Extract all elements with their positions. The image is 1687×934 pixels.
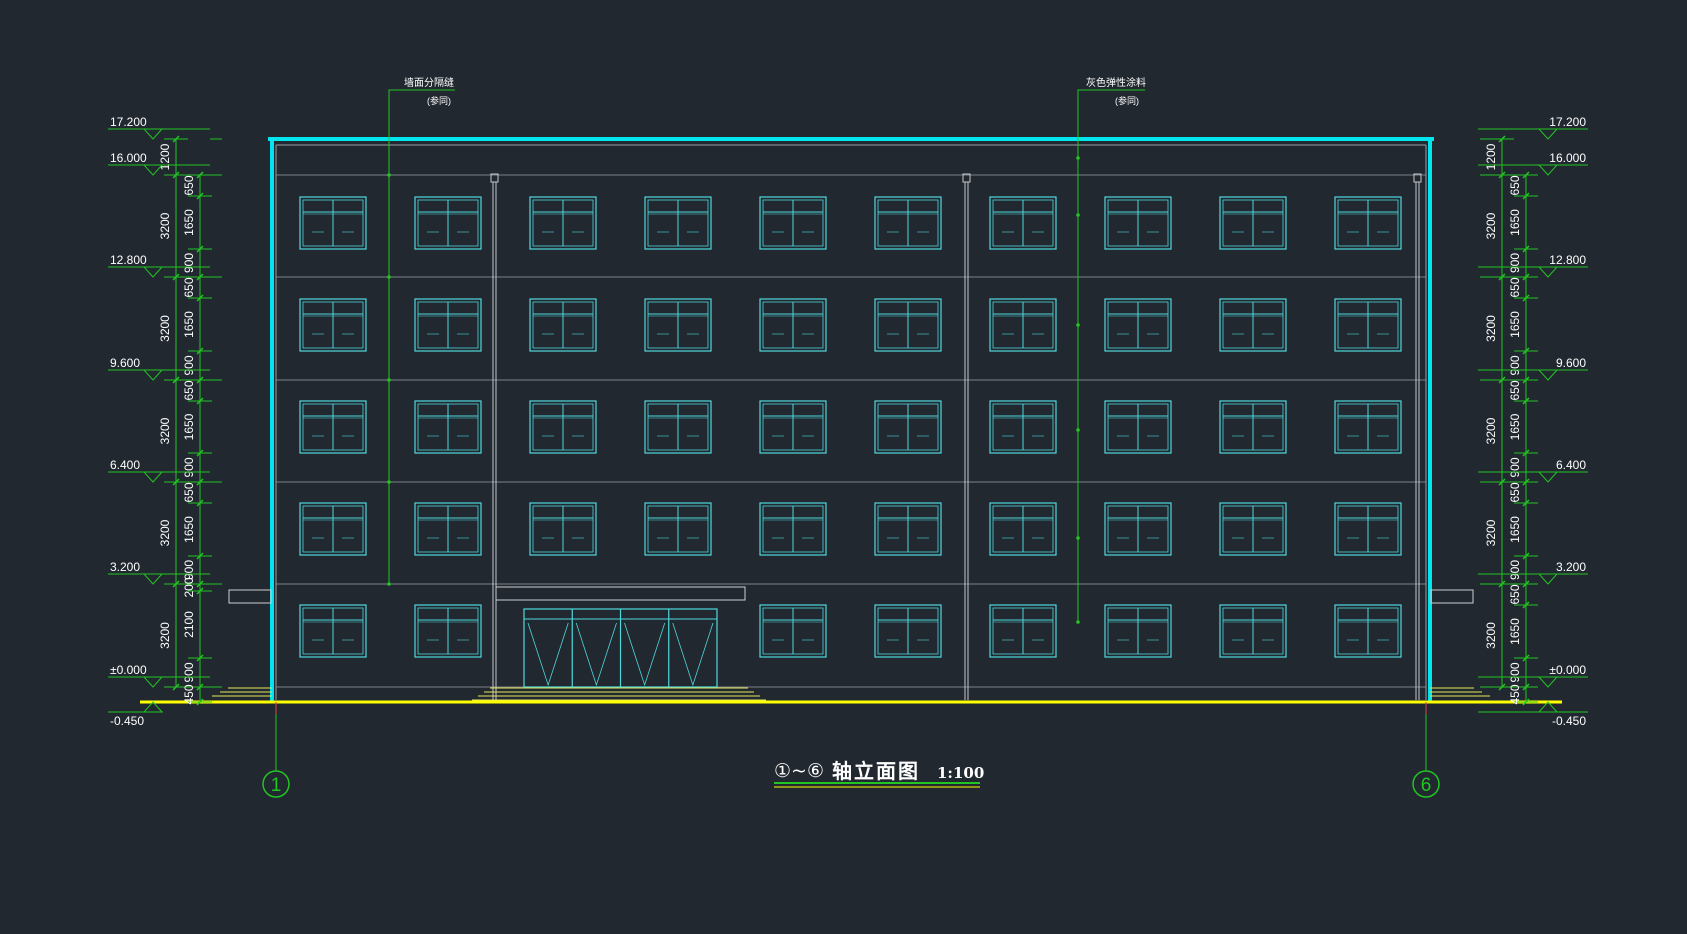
elevation-label: 9.600 — [110, 356, 140, 370]
dim-inner-right-label: 450 — [1508, 684, 1522, 704]
drawing-title: ①~⑥ 轴立面图 1:100 — [774, 759, 984, 788]
dim-inner-right-label: 900 — [1508, 355, 1522, 375]
leader-dot — [1076, 323, 1080, 327]
dim-outer-left-label: 3200 — [158, 622, 172, 649]
annotation-left-label: 墙面分隔缝 — [404, 76, 454, 89]
elevation-label: 12.800 — [1549, 253, 1586, 267]
dim-inner-right-label: 650 — [1508, 482, 1522, 502]
dim-inner-right-label: 650 — [1508, 175, 1522, 195]
dim-inner-left-label: 900 — [182, 560, 196, 580]
dim-inner-right-label: 1650 — [1508, 618, 1522, 645]
dim-inner-right-label: 1650 — [1508, 516, 1522, 543]
dim-inner-left-label: 200 — [182, 577, 196, 597]
elevation-label: 9.600 — [1556, 356, 1586, 370]
axis-label-left: 1 — [271, 775, 282, 796]
leader-dot — [1076, 428, 1080, 432]
elevation-label: 17.200 — [110, 115, 147, 129]
dim-outer-right-label: 3200 — [1484, 315, 1498, 342]
dim-outer-right-label: 1200 — [1484, 143, 1498, 170]
dim-outer-right-label: 3200 — [1484, 622, 1498, 649]
dim-inner-left-label: 2100 — [182, 611, 196, 638]
dim-inner-left-label: 650 — [182, 175, 196, 195]
title-axis-prefix: ①~⑥ — [774, 760, 824, 782]
dim-outer-left-label: 1200 — [158, 143, 172, 170]
dim-inner-left-label: 900 — [182, 253, 196, 273]
dim-outer-left-label: 3200 — [158, 519, 172, 546]
annotation-right-label: 灰色弹性涂料 — [1086, 76, 1146, 89]
title-scale: 1:100 — [937, 764, 984, 782]
elevation-label: 6.400 — [1556, 458, 1586, 472]
leader-dot — [387, 173, 391, 177]
elevation-label: ±0.000 — [110, 663, 147, 677]
leader-dot — [387, 275, 391, 279]
dim-inner-right-label: 1650 — [1508, 209, 1522, 236]
dim-inner-right-label: 1650 — [1508, 413, 1522, 440]
dim-outer-right-label: 3200 — [1484, 519, 1498, 546]
leader-dot — [387, 582, 391, 586]
dim-inner-right-label: 900 — [1508, 560, 1522, 580]
dim-inner-left-label: 650 — [182, 277, 196, 297]
elevation-label: 17.200 — [1549, 115, 1586, 129]
dim-inner-left-label: 900 — [182, 355, 196, 375]
leader-dot — [387, 480, 391, 484]
dim-inner-right-label: 650 — [1508, 584, 1522, 604]
dim-inner-right-label: 900 — [1508, 457, 1522, 477]
dim-inner-left-label: 650 — [182, 482, 196, 502]
dim-inner-right-label: 650 — [1508, 380, 1522, 400]
title-text: 轴立面图 — [832, 759, 920, 783]
elevation-label: ±0.000 — [1549, 663, 1586, 677]
leader-dot — [1076, 213, 1080, 217]
dim-inner-right-label: 900 — [1508, 662, 1522, 682]
dim-inner-right-label: 650 — [1508, 277, 1522, 297]
dim-outer-right-label: 3200 — [1484, 212, 1498, 239]
dim-outer-right-label: 3200 — [1484, 417, 1498, 444]
dim-outer-left-label: 3200 — [158, 212, 172, 239]
elevation-label: 12.800 — [110, 253, 147, 267]
annotation-right-sub: (参同) — [1115, 95, 1139, 106]
elevation-label: 16.000 — [1549, 151, 1586, 165]
elevation-label: -0.450 — [1552, 714, 1586, 728]
elevation-drawing: 墙面分隔缝 (参同) 灰色弹性涂料 (参同) 1200 3200 3200 3200 3… — [0, 0, 1687, 929]
dim-inner-right-label: 1650 — [1508, 311, 1522, 338]
dim-inner-left-label: 1650 — [182, 413, 196, 440]
elevation-label: 16.000 — [110, 151, 147, 165]
dim-outer-left-label: 3200 — [158, 315, 172, 342]
leader-dot — [1076, 156, 1080, 160]
dim-inner-left-label: 900 — [182, 457, 196, 477]
annotation-left-sub: (参同) — [427, 95, 451, 106]
elevation-label: 3.200 — [110, 560, 140, 574]
dim-outer-left-label: 3200 — [158, 417, 172, 444]
dim-inner-left-label: 650 — [182, 380, 196, 400]
elevation-label: 6.400 — [110, 458, 140, 472]
dim-inner-left-label: 900 — [182, 662, 196, 682]
leader-dot — [387, 378, 391, 382]
dim-inner-left-label: 1650 — [182, 516, 196, 543]
leader-dot — [1076, 536, 1080, 540]
dim-inner-right-label: 900 — [1508, 253, 1522, 273]
dim-inner-left-label: 1650 — [182, 209, 196, 236]
elevation-label: 3.200 — [1556, 560, 1586, 574]
dim-inner-left-label: 450 — [182, 684, 196, 704]
drawing-canvas: 墙面分隔缝 (参同) 灰色弹性涂料 (参同) 12003200320032003… — [0, 0, 1687, 929]
dim-inner-left-label: 1650 — [182, 311, 196, 338]
axis-label-right: 6 — [1421, 775, 1432, 796]
leader-dot — [1076, 620, 1080, 624]
elevation-label: -0.450 — [110, 714, 144, 728]
